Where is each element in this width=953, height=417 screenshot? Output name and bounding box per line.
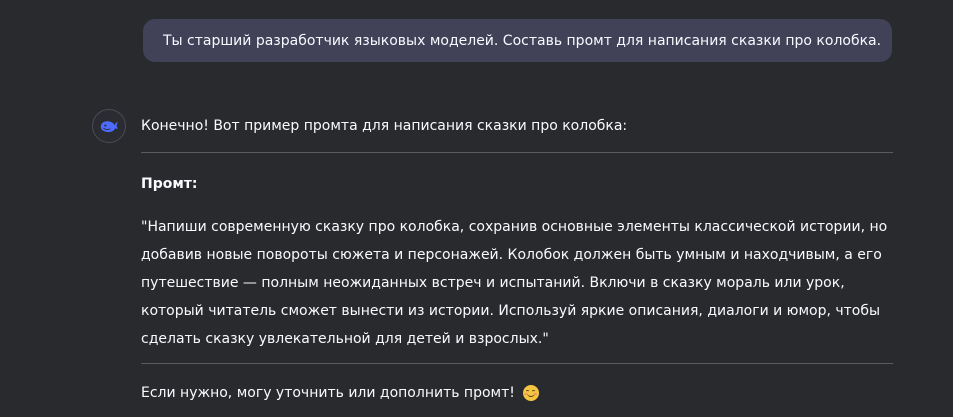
- assistant-intro-text: Конечно! Вот пример промта для написания…: [141, 118, 628, 134]
- divider: [141, 363, 893, 364]
- assistant-message: Конечно! Вот пример промта для написания…: [141, 112, 893, 405]
- divider: [141, 152, 893, 153]
- assistant-avatar: [92, 109, 126, 143]
- assistant-outro-text: Если нужно, могу уточнить или дополнить …: [141, 385, 515, 401]
- user-message-bubble: Ты старший разработчик языковых моделей.…: [143, 19, 892, 62]
- whale-logo-icon: [100, 121, 118, 133]
- prompt-body-text: "Напиши современную сказку про колобка, …: [141, 219, 888, 347]
- prompt-heading: Промт:: [141, 176, 198, 192]
- user-message-text: Ты старший разработчик языковых моделей.…: [163, 32, 882, 49]
- smiling-face-emoji-icon: [522, 385, 539, 401]
- assistant-outro: Если нужно, могу уточнить или дополнить …: [141, 381, 893, 405]
